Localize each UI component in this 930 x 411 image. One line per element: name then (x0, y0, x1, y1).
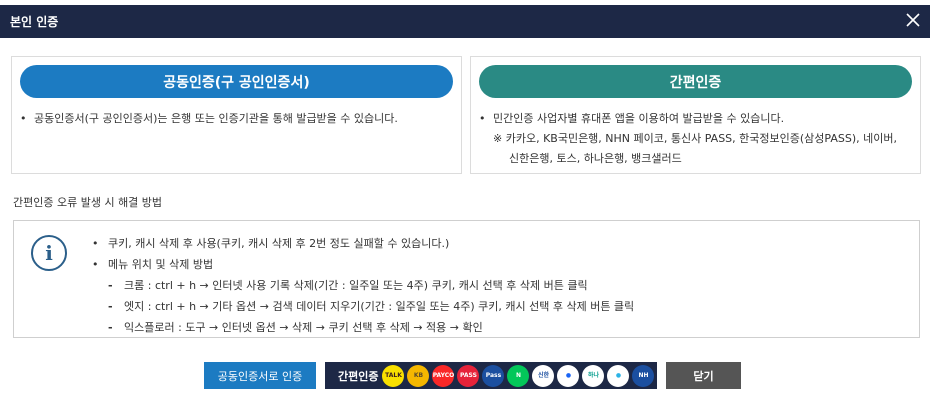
info-icon: i (31, 235, 67, 271)
provider-logo-icon: ● (557, 364, 580, 387)
dash-icon: - (108, 300, 113, 313)
simple-auth-footer-button[interactable]: 간편인증 TALK KB PAYCO PASS Pass N 신한 ● 하나 ● NH (325, 362, 657, 389)
joint-cert-panel: 공동인증(구 공인인증서) • 공동인증서(구 공인인증서)는 은행 또는 인증기… (11, 56, 462, 174)
simple-auth-button[interactable]: 간편인증 (479, 65, 912, 98)
provider-logos: TALK KB PAYCO PASS Pass N 신한 ● 하나 ● NH (382, 364, 655, 387)
dash-icon: - (108, 279, 113, 292)
bullet-icon: • (92, 258, 99, 271)
provider-logo-icon: PAYCO (432, 364, 455, 387)
simple-auth-panel: 간편인증 • 민간인증 사업자별 휴대폰 앱을 이용하여 발급받을 수 있습니다.… (470, 56, 921, 174)
close-button[interactable]: 닫기 (666, 362, 741, 389)
dash-icon: - (108, 321, 113, 334)
bullet-icon: • (20, 112, 27, 125)
dialog-title: 본인 인증 (10, 15, 59, 29)
provider-logo-icon: KB (407, 364, 430, 387)
joint-cert-button[interactable]: 공동인증(구 공인인증서) (20, 65, 453, 98)
bullet-icon: • (479, 112, 486, 125)
provider-logo-icon: 신한 (532, 364, 555, 387)
close-icon[interactable] (904, 11, 922, 29)
bullet-icon: • (92, 237, 99, 250)
provider-logo-icon: TALK (382, 364, 405, 387)
simple-auth-desc: • 민간인증 사업자별 휴대폰 앱을 이용하여 발급받을 수 있습니다. ※ 카카… (479, 109, 897, 169)
provider-logo-icon: Pass (482, 364, 505, 387)
provider-logo-icon: PASS (457, 364, 480, 387)
provider-logo-icon: ● (607, 364, 630, 387)
dialog-titlebar: 본인 인증 (0, 5, 930, 38)
provider-logo-icon: NH (632, 364, 655, 387)
help-lines: • 쿠키, 캐시 삭제 후 사용(쿠키, 캐시 삭제 후 2번 정도 실패할 수 … (92, 233, 634, 338)
provider-logo-icon: 하나 (582, 364, 605, 387)
help-title: 간편인증 오류 발생 시 해결 방법 (13, 196, 163, 209)
help-infobox: i • 쿠키, 캐시 삭제 후 사용(쿠키, 캐시 삭제 후 2번 정도 실패할 … (13, 220, 920, 338)
provider-logo-icon: N (507, 364, 530, 387)
joint-cert-desc: • 공동인증서(구 공인인증서)는 은행 또는 인증기관을 통해 발급받을 수 있… (20, 109, 398, 129)
joint-cert-auth-button[interactable]: 공동인증서로 인증 (204, 362, 316, 389)
